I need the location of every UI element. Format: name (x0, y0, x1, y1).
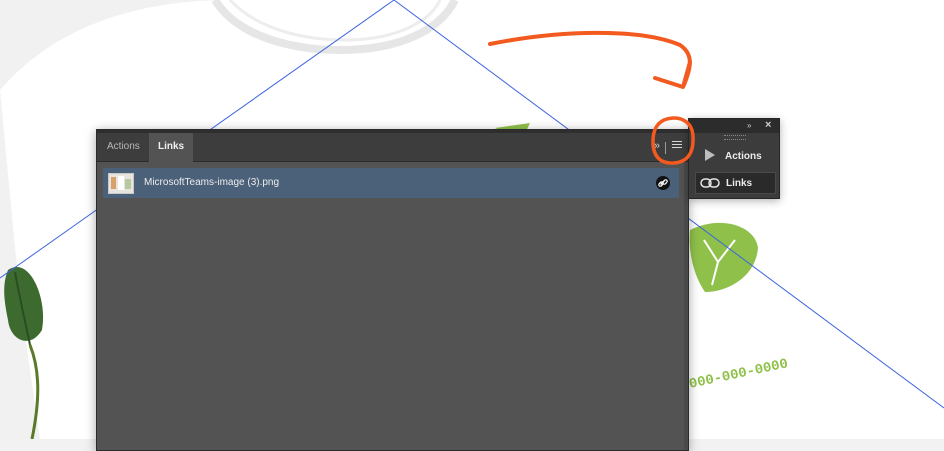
image-thumbnail-icon (108, 173, 134, 194)
list-item[interactable]: MicrosoftTeams-image (3).png (103, 168, 679, 198)
dock-drag-grip[interactable] (724, 135, 746, 140)
chain-link-icon (700, 178, 720, 188)
dock-item-links[interactable]: Links (695, 172, 776, 194)
panel-scrollbar[interactable] (684, 162, 688, 450)
tab-links[interactable]: Links (149, 133, 194, 162)
links-panel: Actions Links » MicrosoftTeams-image (3)… (96, 129, 689, 451)
panel-menu-icon[interactable] (672, 141, 682, 150)
collapse-panel-icon[interactable]: » (654, 140, 660, 152)
play-icon (705, 149, 715, 161)
dock-item-label: Links (726, 178, 753, 189)
link-icon[interactable] (656, 176, 670, 190)
dock-item-actions[interactable]: Actions (695, 145, 774, 167)
links-list: MicrosoftTeams-image (3).png (103, 168, 679, 448)
dock-header[interactable]: » × (689, 119, 779, 133)
dock-item-label: Actions (725, 151, 762, 162)
link-filename: MicrosoftTeams-image (3).png (144, 177, 280, 188)
panel-dock: » × Actions Links (688, 118, 780, 199)
panel-tab-bar: Actions Links » (97, 133, 688, 162)
close-icon[interactable]: × (765, 119, 771, 131)
tab-separator (665, 142, 666, 154)
tab-actions[interactable]: Actions (98, 133, 149, 161)
expand-dock-icon[interactable]: » (747, 121, 751, 130)
